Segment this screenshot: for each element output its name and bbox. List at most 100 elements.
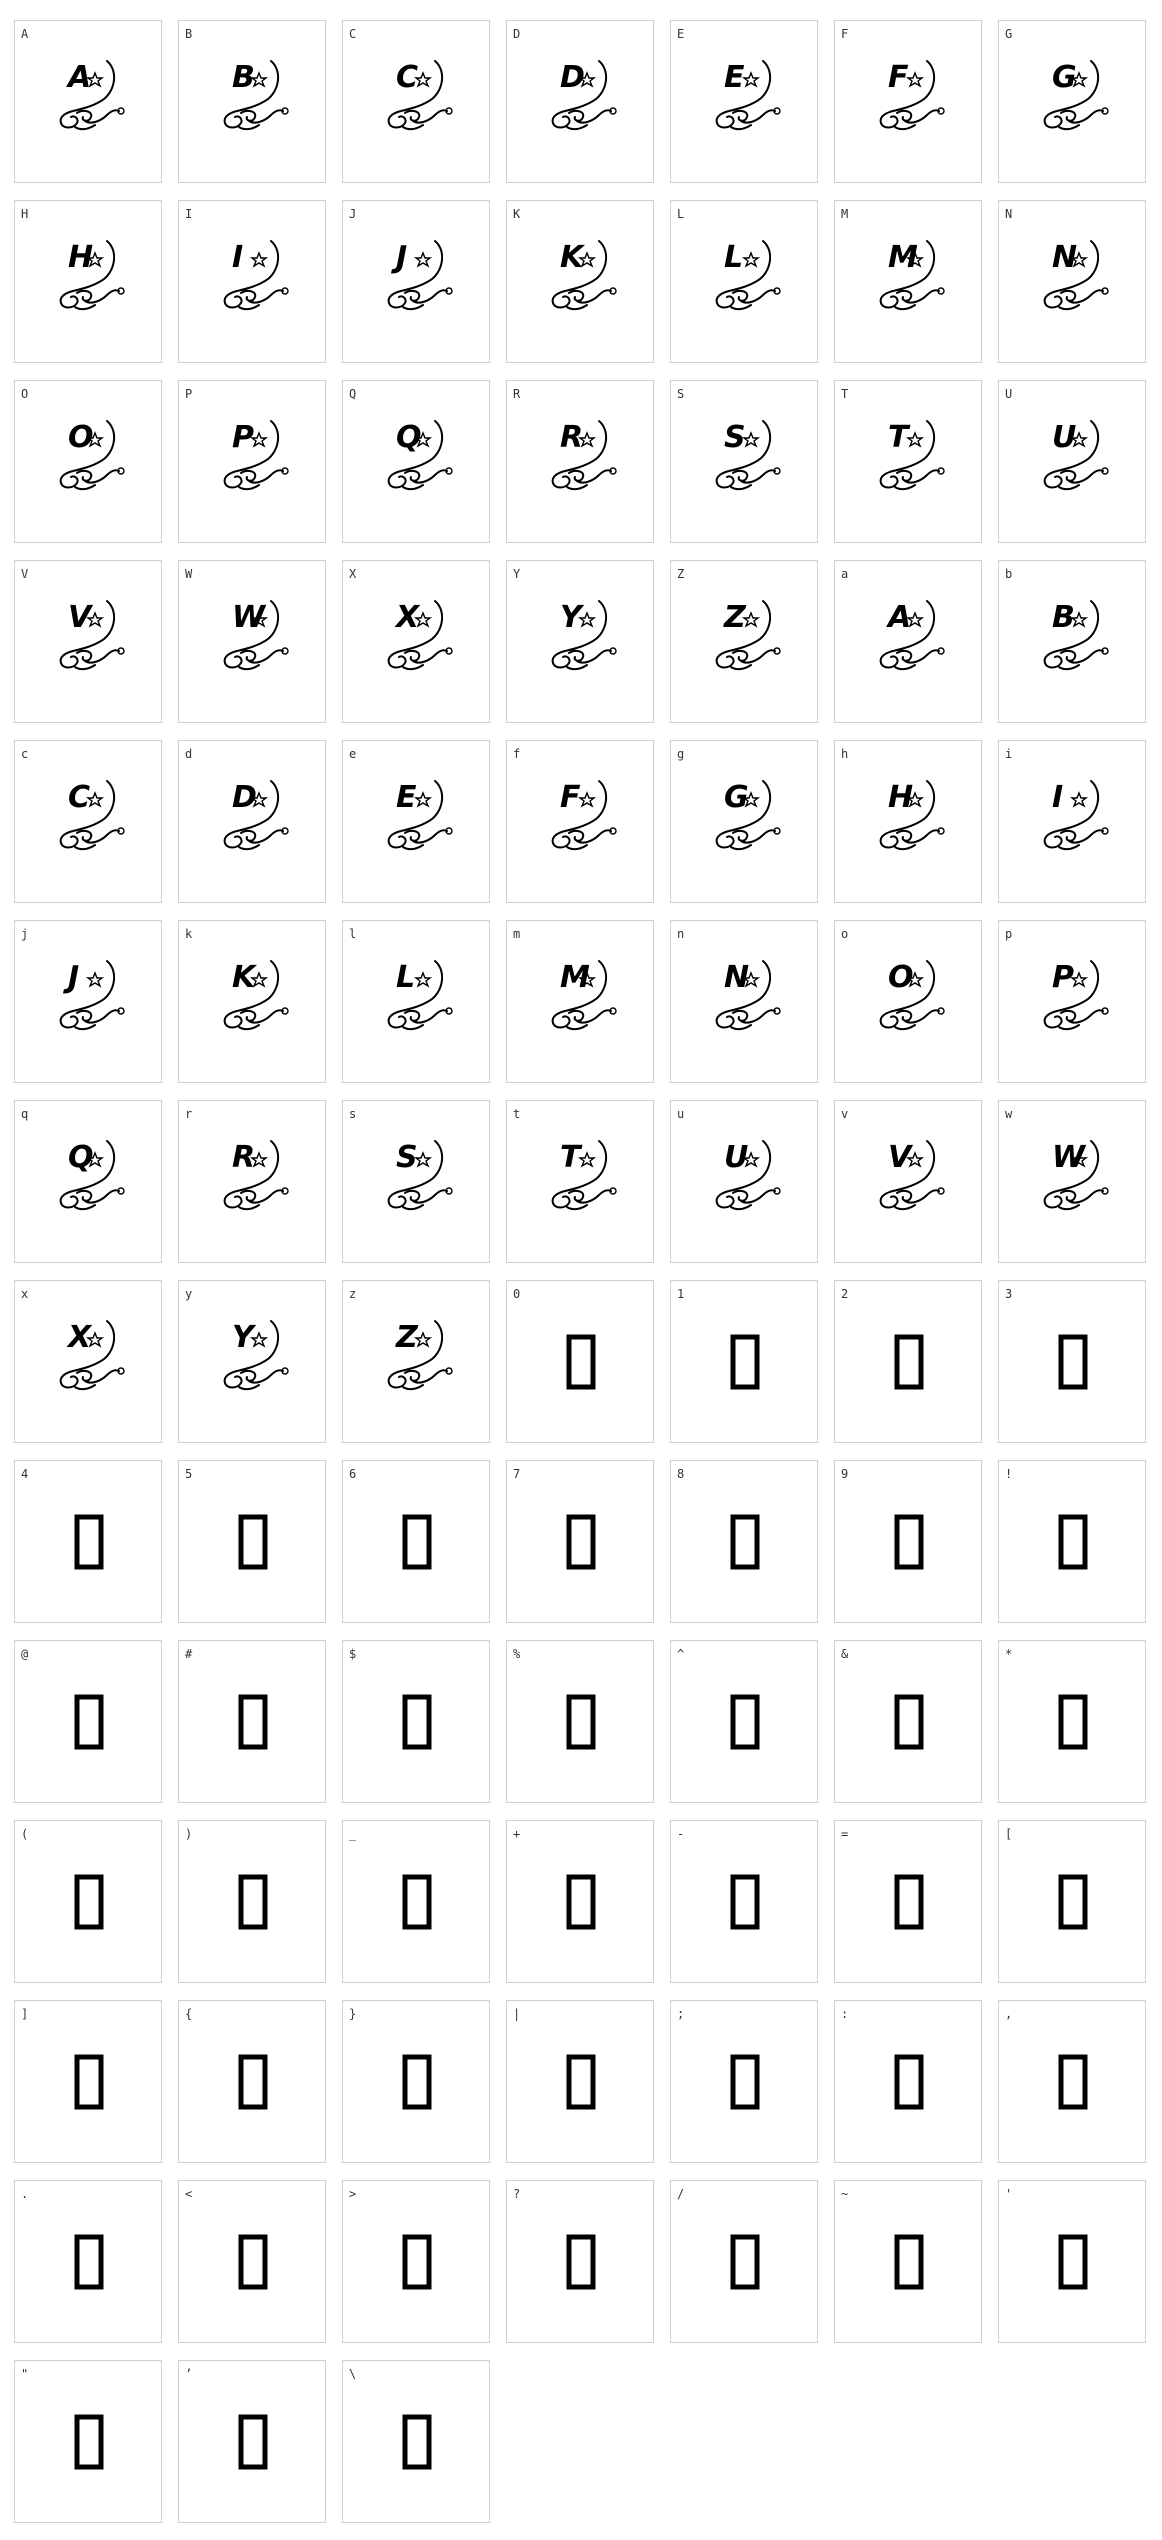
star-icon xyxy=(741,611,761,628)
missing-glyph xyxy=(179,1461,327,1624)
glyph-letter: J xyxy=(63,960,79,995)
glyph-cell: # xyxy=(178,1640,326,1803)
notdef-box-icon xyxy=(566,2234,596,2290)
glyph-grid: AABBCCDDEEFFGGHHIIJJKKLLMMNNOOPPQQRRSSTT… xyxy=(0,0,1162,2540)
ornament-glyph: B xyxy=(999,561,1147,724)
glyph-cell: CC xyxy=(342,20,490,183)
missing-glyph xyxy=(179,2361,327,2524)
glyph-cell: oO xyxy=(834,920,982,1083)
missing-glyph xyxy=(835,2001,983,2164)
glyph-cell: MM xyxy=(834,200,982,363)
missing-glyph xyxy=(343,2181,491,2344)
glyph-cell: aA xyxy=(834,560,982,723)
missing-glyph xyxy=(835,2181,983,2344)
notdef-box-icon xyxy=(238,1514,268,1570)
ornament-glyph: S xyxy=(343,1101,491,1264)
notdef-box-icon xyxy=(566,1694,596,1750)
notdef-box-icon xyxy=(74,2234,104,2290)
glyph-cell: | xyxy=(506,2000,654,2163)
star-icon xyxy=(577,1151,597,1168)
glyph-cell: QQ xyxy=(342,380,490,543)
glyph-cell: eE xyxy=(342,740,490,903)
glyph-cell: vV xyxy=(834,1100,982,1263)
missing-glyph xyxy=(343,2001,491,2164)
ornament-glyph: N xyxy=(999,201,1147,364)
glyph-cell: lL xyxy=(342,920,490,1083)
star-icon xyxy=(413,1331,433,1348)
glyph-cell: OO xyxy=(14,380,162,543)
glyph-cell: 3 xyxy=(998,1280,1146,1443)
notdef-box-icon xyxy=(730,2234,760,2290)
glyph-letter: F xyxy=(888,60,909,95)
ornament-glyph: T xyxy=(507,1101,655,1264)
glyph-cell: : xyxy=(834,2000,982,2163)
ornament-glyph: Q xyxy=(343,381,491,544)
glyph-letter: I xyxy=(1052,780,1063,815)
glyph-cell: EE xyxy=(670,20,818,183)
glyph-cell: jJ xyxy=(14,920,162,1083)
glyph-cell: , xyxy=(998,2000,1146,2163)
ornament-glyph: P xyxy=(999,921,1147,1084)
glyph-cell: pP xyxy=(998,920,1146,1083)
glyph-cell: LL xyxy=(670,200,818,363)
ornament-glyph: U xyxy=(671,1101,819,1264)
glyph-cell: 7 xyxy=(506,1460,654,1623)
glyph-cell: sS xyxy=(342,1100,490,1263)
glyph-cell: kK xyxy=(178,920,326,1083)
glyph-letter: L xyxy=(724,240,743,275)
notdef-box-icon xyxy=(1058,2234,1088,2290)
glyph-cell: NN xyxy=(998,200,1146,363)
missing-glyph xyxy=(507,1821,655,1984)
missing-glyph xyxy=(835,1821,983,1984)
missing-glyph xyxy=(179,2001,327,2164)
glyph-cell: ? xyxy=(506,2180,654,2343)
glyph-letter: L xyxy=(396,960,415,995)
notdef-box-icon xyxy=(238,2414,268,2470)
glyph-cell: ; xyxy=(670,2000,818,2163)
star-icon xyxy=(249,251,269,268)
ornament-glyph: W xyxy=(179,561,327,724)
glyph-cell: uU xyxy=(670,1100,818,1263)
ornament-glyph: A xyxy=(15,21,163,184)
glyph-cell: xX xyxy=(14,1280,162,1443)
glyph-cell: _ xyxy=(342,1820,490,1983)
glyph-cell: 2 xyxy=(834,1280,982,1443)
notdef-box-icon xyxy=(730,1334,760,1390)
star-icon xyxy=(413,971,433,988)
missing-glyph xyxy=(835,1461,983,1624)
ornament-glyph: W xyxy=(999,1101,1147,1264)
glyph-letter: J xyxy=(391,240,407,275)
glyph-cell: cC xyxy=(14,740,162,903)
ornament-glyph: O xyxy=(835,921,983,1084)
glyph-cell: @ xyxy=(14,1640,162,1803)
missing-glyph xyxy=(671,1281,819,1444)
ornament-glyph: R xyxy=(507,381,655,544)
notdef-box-icon xyxy=(566,1514,596,1570)
missing-glyph xyxy=(15,2001,163,2164)
glyph-cell: GG xyxy=(998,20,1146,183)
glyph-cell: 8 xyxy=(670,1460,818,1623)
ornament-glyph: K xyxy=(179,921,327,1084)
ornament-glyph: M xyxy=(835,201,983,364)
glyph-cell: WW xyxy=(178,560,326,723)
missing-glyph xyxy=(507,1281,655,1444)
glyph-letter: F xyxy=(560,780,581,815)
glyph-cell: qQ xyxy=(14,1100,162,1263)
ornament-glyph: V xyxy=(835,1101,983,1264)
ornament-glyph: N xyxy=(671,921,819,1084)
star-icon xyxy=(85,971,105,988)
ornament-glyph: D xyxy=(179,741,327,904)
missing-glyph xyxy=(15,1641,163,1804)
glyph-cell: + xyxy=(506,1820,654,1983)
glyph-cell: zZ xyxy=(342,1280,490,1443)
notdef-box-icon xyxy=(74,1874,104,1930)
glyph-cell: dD xyxy=(178,740,326,903)
missing-glyph xyxy=(15,1461,163,1624)
missing-glyph xyxy=(507,2001,655,2164)
notdef-box-icon xyxy=(402,2054,432,2110)
notdef-box-icon xyxy=(566,2054,596,2110)
ornament-glyph: G xyxy=(671,741,819,904)
star-icon xyxy=(905,71,925,88)
glyph-letter: I xyxy=(232,240,243,275)
missing-glyph xyxy=(15,2181,163,2344)
